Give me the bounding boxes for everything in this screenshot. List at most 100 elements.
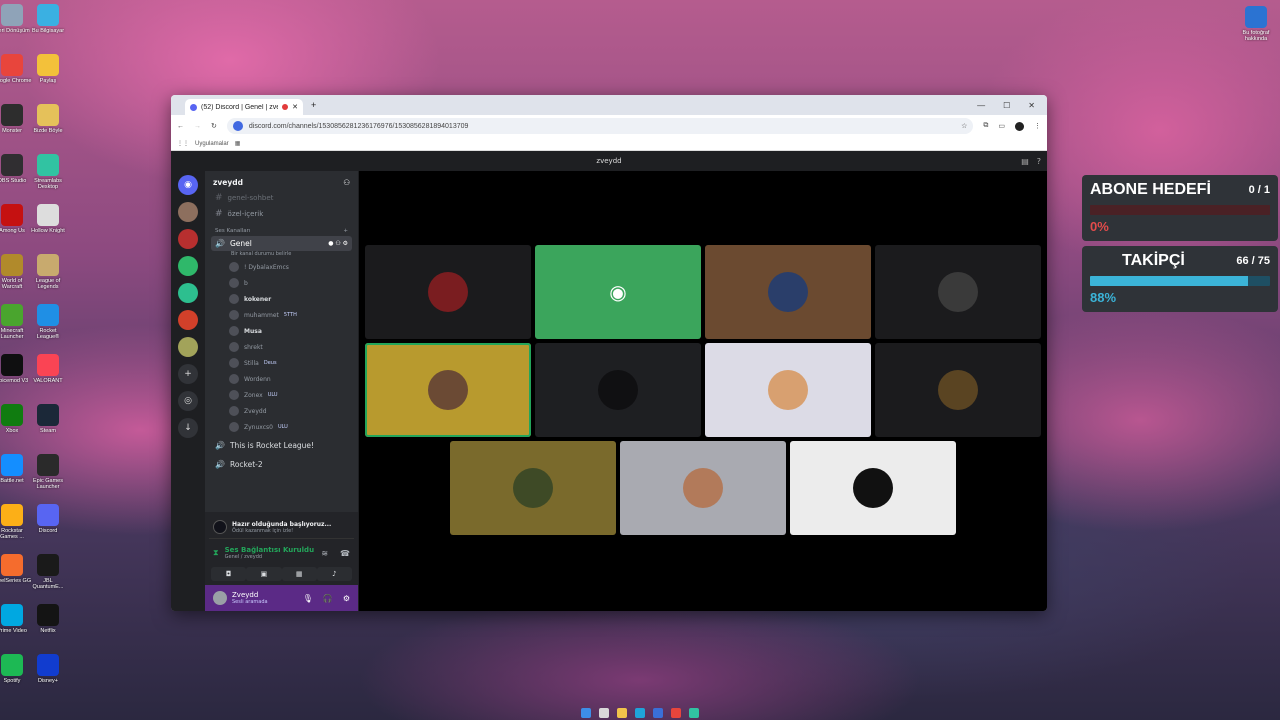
participant-tile[interactable]	[705, 245, 871, 339]
url-input[interactable]: discord.com/channels/1530856281236176976…	[226, 118, 974, 134]
participant-tile[interactable]	[450, 441, 616, 535]
headphones-icon[interactable]: 🎧	[323, 594, 333, 603]
server-header[interactable]: zveydd ⚇	[205, 171, 358, 193]
participant-tile[interactable]	[365, 343, 531, 437]
settings-gear-icon[interactable]: ⚙	[343, 594, 350, 603]
voice-user[interactable]: Zynuxcs0 ULU	[205, 419, 358, 435]
desktop-icon[interactable]: JBL QuantumE...	[28, 554, 68, 590]
maximize-button[interactable]: ☐	[1003, 101, 1010, 110]
apps-grid-icon[interactable]: ⋮⋮	[177, 140, 189, 147]
new-tab-button[interactable]: +	[311, 100, 316, 110]
file-explorer-icon[interactable]	[617, 708, 627, 718]
voice-user[interactable]: shrekt	[205, 339, 358, 355]
server-icon[interactable]	[178, 202, 198, 222]
desktop-icon[interactable]: Paylaş	[28, 54, 68, 84]
invite-icon[interactable]: ⚇	[343, 178, 350, 187]
voice-user[interactable]: b	[205, 275, 358, 291]
soundboard-button[interactable]: ♪	[316, 567, 352, 581]
disconnect-icon[interactable]: ☎	[340, 549, 350, 558]
desktop-icon[interactable]: Discord	[28, 504, 68, 534]
menu-icon[interactable]: ⋮	[1034, 122, 1041, 130]
desktop-icon[interactable]: Hollow Knight	[28, 204, 68, 234]
bookmark-apps[interactable]: Uygulamalar	[195, 141, 229, 147]
voice-user[interactable]: Stilla Deus	[205, 355, 358, 371]
desktop-icon[interactable]: Rocket League®	[28, 304, 68, 340]
participant-tile[interactable]: ◉	[535, 245, 701, 339]
server-list: ◉ + ◎ ↓	[171, 171, 205, 611]
voice-user[interactable]: Zveydd	[205, 403, 358, 419]
close-tab-icon[interactable]: ✕	[292, 103, 298, 111]
voice-user[interactable]: Zonex ULU	[205, 387, 358, 403]
voice-user[interactable]: kokener	[205, 291, 358, 307]
search-icon[interactable]	[599, 708, 609, 718]
inbox-icon[interactable]: ▤	[1021, 157, 1029, 166]
server-icon[interactable]	[178, 337, 198, 357]
discover-icon[interactable]: ◎	[178, 391, 198, 411]
add-channel-icon[interactable]: +	[343, 228, 348, 234]
participant-tile[interactable]	[705, 343, 871, 437]
voice-channel-active[interactable]: 🔊 Genel ● ⚇ ⚙	[211, 236, 352, 251]
app-icon[interactable]	[689, 708, 699, 718]
noise-suppression-icon[interactable]: ≋	[321, 549, 328, 558]
desktop-icon[interactable]: Bizde Böyle	[28, 104, 68, 134]
desktop-icon[interactable]: VALORANT	[28, 354, 68, 384]
server-icon[interactable]	[178, 283, 198, 303]
direct-messages-icon[interactable]: ◉	[178, 175, 198, 195]
profile-avatar[interactable]	[1015, 121, 1024, 131]
microphone-icon[interactable]: 🎙	[303, 594, 313, 603]
back-button[interactable]: ←	[177, 123, 184, 130]
desktop-icon[interactable]: Streamlabs Desktop	[28, 154, 68, 190]
channel-actions[interactable]: ● ⚇ ⚙	[328, 240, 348, 247]
avatar	[229, 422, 239, 432]
desktop-icon[interactable]: Epic Games Launcher	[28, 454, 68, 490]
browser-tab[interactable]: (52) Discord | Genel | zveyd ✕	[185, 99, 303, 115]
server-icon[interactable]	[178, 256, 198, 276]
activities-button[interactable]: ▦	[281, 567, 317, 581]
text-channel[interactable]: # genel-sohbet	[205, 193, 358, 206]
help-icon[interactable]: ?	[1037, 157, 1041, 166]
desktop-icon[interactable]: Netflix	[28, 604, 68, 634]
app-shortcut-icon	[37, 504, 59, 526]
voice-user[interactable]: muhammet 5TTH	[205, 307, 358, 323]
store-icon[interactable]	[653, 708, 663, 718]
participant-tile[interactable]	[875, 343, 1041, 437]
start-icon[interactable]	[581, 708, 591, 718]
participant-tile[interactable]	[535, 343, 701, 437]
participant-tile[interactable]	[790, 441, 956, 535]
voice-user[interactable]: Wordenn	[205, 371, 358, 387]
minimize-button[interactable]: —	[977, 101, 985, 110]
quest-banner[interactable]: Hazır olduğunda başlıyoruz... Ödül kazan…	[209, 516, 354, 539]
participant-tile[interactable]	[620, 441, 786, 535]
forward-button[interactable]: →	[194, 123, 201, 130]
desktop-icon[interactable]: Steam	[28, 404, 68, 434]
voice-channel[interactable]: 🔊 This is Rocket League!	[205, 439, 358, 452]
voice-category[interactable]: Ses Kanalları +	[205, 222, 358, 236]
desktop-icon-about-photo[interactable]: Bu fotoğraf hakkında	[1236, 6, 1276, 42]
reload-button[interactable]: ↻	[211, 122, 217, 130]
participant-tile[interactable]	[365, 245, 531, 339]
download-icon[interactable]: ↓	[178, 418, 198, 438]
site-info-icon[interactable]	[232, 121, 243, 131]
cast-icon[interactable]: ▭	[998, 122, 1005, 130]
bookmark-star-icon[interactable]: ☆	[961, 122, 967, 130]
close-window-button[interactable]: ✕	[1028, 101, 1035, 110]
extensions-icon[interactable]: ⧉	[983, 122, 988, 130]
screen-share-button[interactable]: ▣	[246, 567, 282, 581]
desktop-icon[interactable]: League of Legends	[28, 254, 68, 290]
channel-status[interactable]: Bir kanal durumu belirle	[205, 251, 358, 259]
voice-user[interactable]: Musa	[205, 323, 358, 339]
voice-channel[interactable]: 🔊 Rocket-2	[205, 458, 358, 471]
desktop-icon[interactable]: Disney+	[28, 654, 68, 684]
server-icon[interactable]	[178, 229, 198, 249]
camera-button[interactable]: ◘	[211, 567, 247, 581]
participant-tile[interactable]	[875, 245, 1041, 339]
chrome-icon[interactable]	[671, 708, 681, 718]
tab-groups-icon[interactable]: ▦	[235, 140, 241, 147]
voice-user[interactable]: ! DybalaxEmcs	[205, 259, 358, 275]
text-channel[interactable]: # özel-içerik	[205, 206, 358, 222]
edge-icon[interactable]	[635, 708, 645, 718]
add-server-icon[interactable]: +	[178, 364, 198, 384]
desktop-icon[interactable]: Bu Bilgisayar	[28, 4, 68, 34]
server-icon[interactable]	[178, 310, 198, 330]
avatar[interactable]	[213, 591, 227, 605]
